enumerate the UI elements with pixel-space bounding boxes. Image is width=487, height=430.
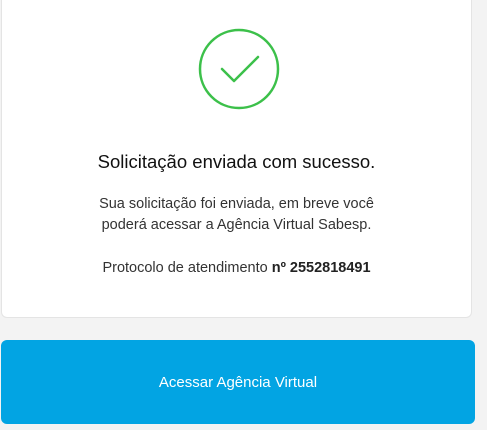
success-title: Solicitação enviada com sucesso.	[97, 151, 376, 172]
access-virtual-agency-button[interactable]: Acessar Agência Virtual	[1, 340, 475, 424]
success-message: Sua solicitação foi enviada, em breve vo…	[2, 194, 471, 236]
check-circle-icon	[198, 28, 280, 110]
protocol-number: nº 2552818491	[271, 260, 371, 276]
protocol-info: Protocolo de atendimento nº 2552818491	[2, 260, 471, 276]
protocol-label: Protocolo de atendimento	[102, 260, 272, 276]
success-card: Solicitação enviada com sucesso. Sua sol…	[1, 0, 472, 318]
success-message-line-2: poderá acessar a Agência Virtual Sabesp.	[101, 217, 372, 233]
success-message-line-1: Sua solicitação foi enviada, em breve vo…	[99, 196, 374, 212]
